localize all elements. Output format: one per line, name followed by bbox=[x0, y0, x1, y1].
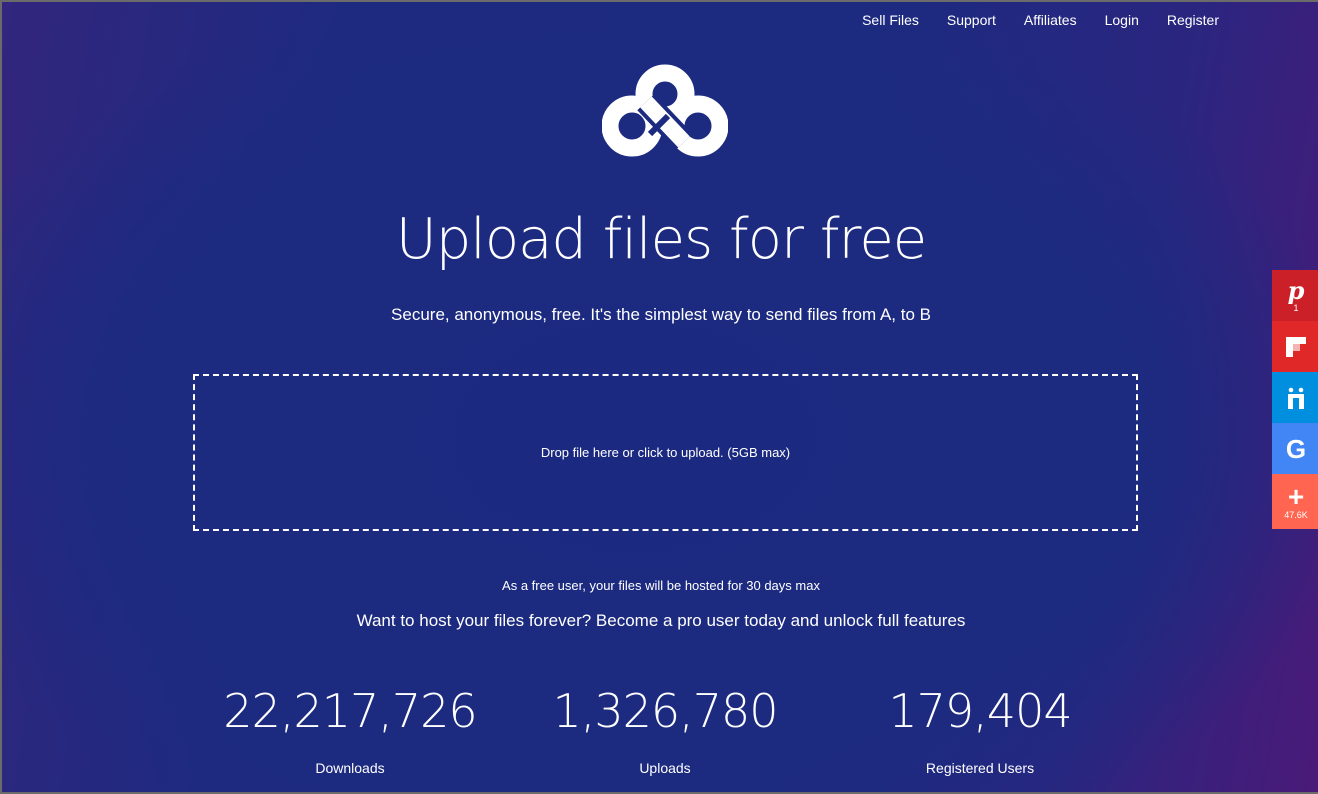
free-user-note: As a free user, your files will be hoste… bbox=[502, 578, 820, 593]
share-pinterest-button[interactable]: p 1 bbox=[1272, 270, 1318, 321]
page-title: Upload files for free bbox=[395, 207, 928, 272]
stat-uploads: 1,326,780 Uploads bbox=[515, 684, 815, 776]
stat-label: Uploads bbox=[639, 760, 691, 776]
nav-sell-files[interactable]: Sell Files bbox=[862, 12, 919, 28]
share-bar: p 1 G + 47.6K bbox=[1272, 270, 1318, 529]
stat-value: 22,217,726 bbox=[223, 684, 477, 738]
stat-label: Registered Users bbox=[925, 760, 1035, 776]
stat-value: 179,404 bbox=[888, 684, 1072, 738]
stat-downloads: 22,217,726 Downloads bbox=[200, 684, 500, 776]
nav-register[interactable]: Register bbox=[1167, 12, 1219, 28]
logo-icon[interactable] bbox=[602, 64, 728, 160]
pro-user-pitch: Want to host your files forever? Become … bbox=[356, 611, 966, 630]
nav-login[interactable]: Login bbox=[1105, 12, 1139, 28]
share-more-button[interactable]: + 47.6K bbox=[1272, 474, 1318, 529]
pinterest-icon: p bbox=[1287, 275, 1305, 305]
nav-affiliates[interactable]: Affiliates bbox=[1024, 12, 1077, 28]
top-nav: Sell Files Support Affiliates Login Regi… bbox=[862, 12, 1219, 28]
upload-dropzone[interactable]: Drop file here or click to upload. (5GB … bbox=[193, 374, 1138, 531]
page-background: Sell Files Support Affiliates Login Regi… bbox=[0, 0, 1318, 794]
stat-value: 1,326,780 bbox=[552, 684, 778, 738]
nav-support[interactable]: Support bbox=[947, 12, 996, 28]
stat-registered-users: 179,404 Registered Users bbox=[830, 684, 1130, 776]
share-google-button[interactable]: G bbox=[1272, 423, 1318, 474]
share-count: 1 bbox=[1293, 302, 1299, 313]
hatena-icon bbox=[1288, 387, 1304, 409]
share-count: 47.6K bbox=[1284, 509, 1308, 520]
page-subtitle: Secure, anonymous, free. It's the simple… bbox=[391, 305, 931, 324]
plus-icon: + bbox=[1287, 480, 1305, 512]
share-flipboard-button[interactable] bbox=[1272, 321, 1318, 372]
google-icon: G bbox=[1285, 433, 1307, 464]
flipboard-icon bbox=[1286, 336, 1306, 357]
dropzone-label: Drop file here or click to upload. (5GB … bbox=[540, 445, 791, 460]
share-hatena-button[interactable] bbox=[1272, 372, 1318, 423]
stat-label: Downloads bbox=[315, 760, 385, 776]
